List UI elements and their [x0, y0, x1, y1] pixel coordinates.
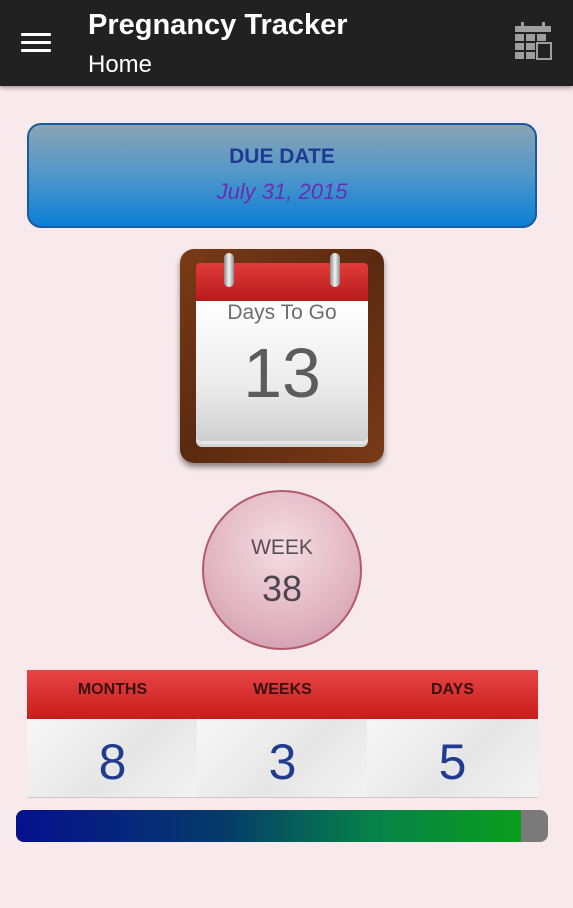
calendar-ring-icon	[224, 253, 234, 287]
days-to-go-calendar: Days To Go 13	[180, 249, 384, 463]
days-to-go-label: Days To Go	[227, 301, 337, 324]
days-counter: DAYS 5	[367, 670, 538, 798]
counter-header: WEEKS	[197, 670, 368, 719]
week-badge: WEEK 38	[202, 490, 362, 650]
counter-body: 3	[197, 719, 368, 798]
calendar-button[interactable]	[508, 20, 558, 66]
counter-header: DAYS	[367, 670, 538, 719]
weeks-label: WEEKS	[253, 681, 312, 698]
calendar-header	[196, 263, 368, 303]
counter-header: MONTHS	[27, 670, 198, 719]
due-date-card[interactable]: DUE DATE July 31, 2015	[27, 123, 537, 228]
weeks-counter: WEEKS 3	[197, 670, 368, 798]
days-to-go-value: 13	[243, 334, 321, 412]
app-bar: Pregnancy Tracker Home	[0, 0, 573, 86]
progress-fill	[16, 810, 522, 842]
due-date-value: July 31, 2015	[216, 179, 348, 204]
counter-body: 5	[367, 719, 538, 798]
days-label: DAYS	[431, 681, 474, 698]
pregnancy-progress-bar	[16, 810, 548, 842]
week-label: WEEK	[251, 536, 313, 559]
months-value: 8	[98, 734, 127, 790]
weeks-value: 3	[268, 734, 297, 790]
app-title: Pregnancy Tracker	[88, 9, 348, 41]
months-label: MONTHS	[77, 681, 148, 698]
page-subtitle: Home	[88, 51, 153, 78]
counter-body: 8	[27, 719, 198, 798]
months-counter: MONTHS 8	[27, 670, 198, 798]
menu-icon	[21, 40, 51, 44]
calendar-icon	[515, 22, 552, 60]
menu-icon	[21, 48, 51, 52]
days-value: 5	[438, 734, 467, 790]
calendar-ring-icon	[330, 253, 340, 287]
due-date-label: DUE DATE	[229, 145, 335, 168]
menu-button[interactable]	[14, 22, 58, 62]
menu-icon	[21, 32, 51, 36]
week-value: 38	[261, 568, 303, 609]
